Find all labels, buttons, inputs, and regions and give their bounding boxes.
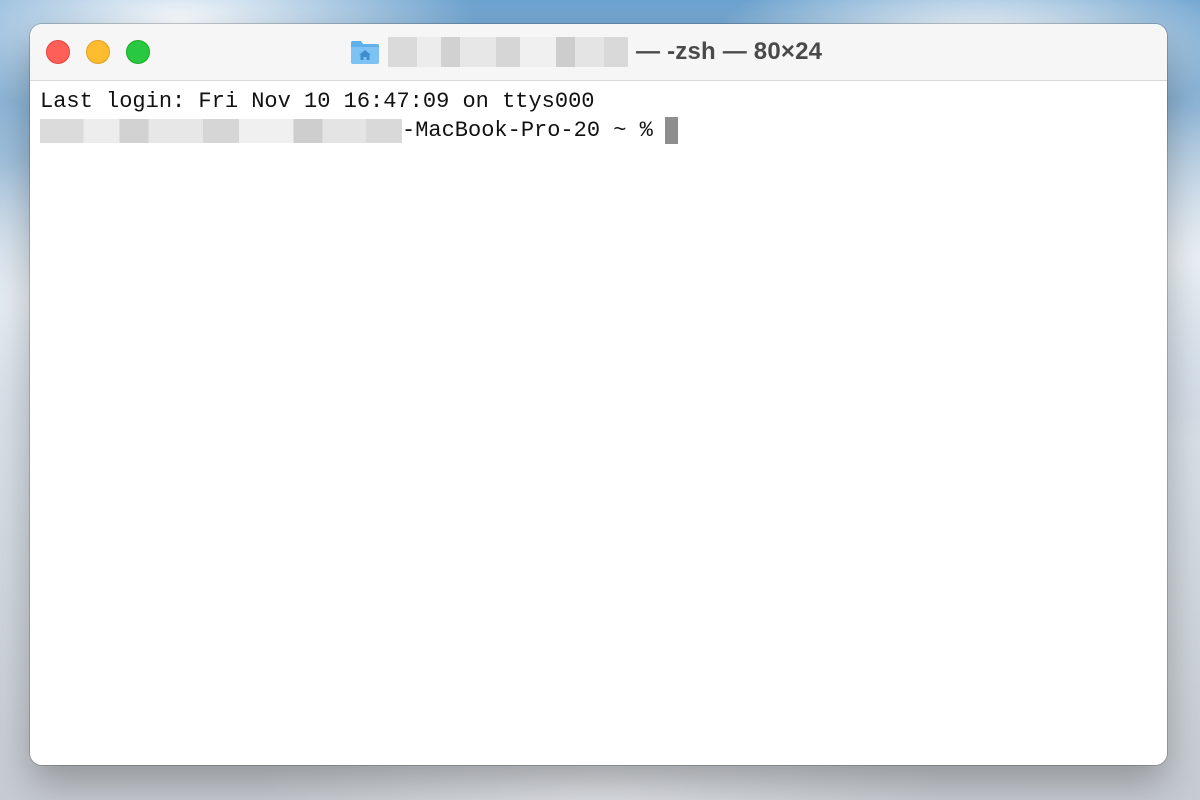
text-cursor — [664, 117, 678, 144]
last-login-line: Last login: Fri Nov 10 16:47:09 on ttys0… — [40, 87, 1157, 116]
prompt-host-suffix: -MacBook-Pro-20 — [402, 118, 601, 143]
terminal-content[interactable]: Last login: Fri Nov 10 16:47:09 on ttys0… — [30, 81, 1167, 765]
desktop-background: — -zsh — 80×24 Last login: Fri Nov 10 16… — [0, 0, 1200, 800]
terminal-window[interactable]: — -zsh — 80×24 Last login: Fri Nov 10 16… — [30, 24, 1167, 765]
home-folder-icon — [350, 39, 380, 65]
window-title-text: — -zsh — 80×24 — [636, 38, 823, 65]
minimize-button[interactable] — [86, 40, 110, 64]
zoom-button[interactable] — [126, 40, 150, 64]
window-title: — -zsh — 80×24 — [350, 36, 822, 68]
window-controls — [46, 40, 150, 64]
prompt-rest: ~ % — [600, 118, 653, 143]
redacted-username — [388, 37, 628, 67]
redacted-hostname — [40, 118, 402, 143]
last-login-text: Last login: Fri Nov 10 16:47:09 on ttys0… — [40, 89, 595, 114]
prompt-line: -MacBook-Pro-20 ~ % — [40, 116, 1157, 145]
close-button[interactable] — [46, 40, 70, 64]
title-bar[interactable]: — -zsh — 80×24 — [30, 24, 1167, 81]
